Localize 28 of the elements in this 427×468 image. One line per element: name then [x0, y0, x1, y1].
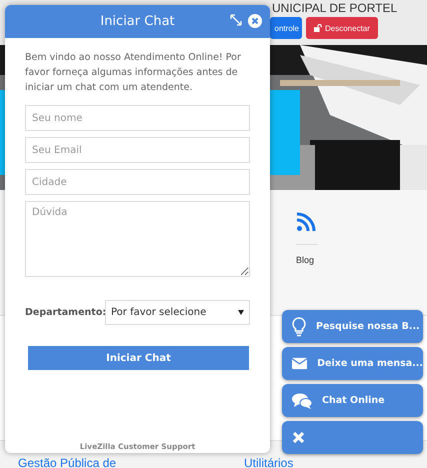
intro-text: Bem vindo ao nosso Atendimento Online! Por favor forneça algumas informações antes de iniciar um chat com um atendente.: [25, 51, 242, 95]
widget-button[interactable]: Deixe uma mensa...: [282, 347, 423, 380]
close-icon[interactable]: [248, 14, 262, 28]
envelope-icon: [292, 356, 308, 371]
site-title: UNICIPAL DE PORTEL: [272, 1, 398, 15]
control-button[interactable]: ontrole: [270, 17, 302, 39]
input-field[interactable]: Seu nome: [25, 105, 250, 131]
dropdown-caret-icon: [238, 310, 244, 315]
blog-link[interactable]: Blog: [296, 255, 314, 265]
category-link[interactable]: Gestão Pública de: [18, 457, 116, 468]
chat-title: Iniciar Chat: [100, 14, 175, 29]
close-button[interactable]: [282, 421, 423, 454]
input-field[interactable]: Cidade: [25, 169, 250, 195]
start-chat-button[interactable]: Iniciar Chat: [28, 346, 249, 370]
close-icon: [292, 431, 305, 444]
disconnect-button[interactable]: Desconectar: [306, 17, 378, 39]
widget-button[interactable]: Chat Online: [282, 384, 423, 417]
question-field[interactable]: Dúvida: [25, 201, 250, 277]
rss-icon[interactable]: [296, 212, 316, 232]
department-select[interactable]: Por favor selecione: [105, 300, 250, 325]
expand-icon[interactable]: [230, 14, 242, 26]
category-link[interactable]: Utilitários: [244, 457, 294, 468]
input-field[interactable]: Seu Email: [25, 137, 250, 163]
department-label: Departamento:: [25, 307, 105, 318]
lightbulb-icon: [292, 316, 306, 336]
widget-button[interactable]: Pesquise nossa B...: [282, 310, 423, 343]
chat-bubbles-icon: [292, 392, 312, 408]
unlock-icon: [314, 24, 322, 32]
